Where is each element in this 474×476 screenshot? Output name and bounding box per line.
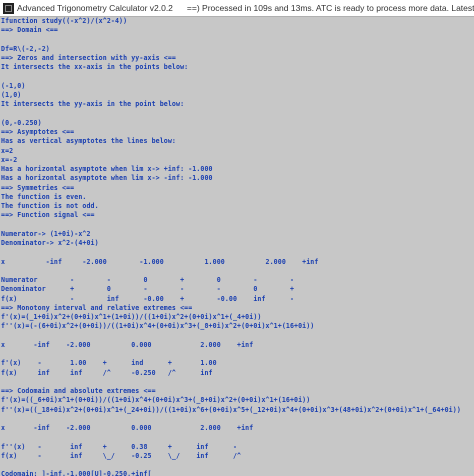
console-line: ==> Symmetries <== xyxy=(1,183,75,192)
console-line: ==> Codomain and absolute extremes <== xyxy=(1,387,156,395)
console-line: ==> Monotony interval and relative extre… xyxy=(1,303,193,312)
console-line: f''(x)=((_18+0i)x^2+(0+0i)x^1+(_24+0i))/… xyxy=(1,405,461,414)
console-line: f''(x) - inf + 0.38 + inf - xyxy=(1,442,238,451)
console-line: ==> Zeros and intersection with yy-axis … xyxy=(1,54,176,62)
console-line: (0,-0.250) xyxy=(1,118,42,127)
console-line: x -inf -2.000 -1.000 1.000 2.000 +inf xyxy=(1,257,319,266)
console-line: Codomain: ]-inf,-1.000[U]-0.250,+inf[ xyxy=(1,470,152,476)
console-line: Has a horizontal asymptote when lim x-> … xyxy=(1,174,213,183)
console-line: (1,0) xyxy=(1,91,22,99)
console-line: Numerator-> (1+0i)-x^2 xyxy=(1,229,91,238)
title-bar: Advanced Trigonometry Calculator v2.0.2 … xyxy=(0,0,474,17)
console-line: f'(x)=((_6+0i)x^1+(0+0i))/((1+0i)x^4+(0+… xyxy=(1,396,311,405)
console-line: Denominator + 0 - - - 0 + xyxy=(1,285,295,294)
console-output[interactable]: Ifunction study((-x^2)/(x^2-4)) ==> Domai… xyxy=(0,17,474,476)
console-line: Has a horizontal asymptote when lim x-> … xyxy=(1,165,213,173)
console-line: f(x) - inf \_/ -0.25 \_/ inf /^ xyxy=(1,451,242,460)
console-line: It intersects the xx-axis in the points … xyxy=(1,63,189,72)
window-title: Advanced Trigonometry Calculator v2.0.2 xyxy=(17,3,173,13)
console-line: (-1,0) xyxy=(1,81,26,90)
console-line: It intersects the yy-axis in the point b… xyxy=(1,100,185,109)
status-text: ==) Processed in 109s and 13ms. ATC is r… xyxy=(186,3,474,13)
console-line: ==> Function signal <== xyxy=(1,211,95,220)
app-icon xyxy=(3,2,14,14)
console-line: Has as vertical asymptotes the lines bel… xyxy=(1,137,176,146)
console-line: f''(x)=(-(6+0i)x^2+(0+0i))/((1+0i)x^4+(0… xyxy=(1,322,315,331)
console-line: f'(x) - 1.00 + ind + 1.00 xyxy=(1,359,217,368)
console-line: Ifunction study((-x^2)/(x^2-4)) xyxy=(1,17,128,25)
console-line: The function is even. xyxy=(1,192,87,201)
console-line: Df=R\(-2,-2) xyxy=(1,44,50,53)
console-line: x=-2 xyxy=(1,155,18,164)
console-line: Denominator-> x^2-(4+0i) xyxy=(1,239,99,247)
console-line: x -inf -2.000 0.000 2.000 +inf xyxy=(1,424,254,432)
console-line: The function is not odd. xyxy=(1,202,99,210)
console-line: f'(x)=(_1+0i)x^2+(0+0i)x^1+(1+0i))/((1+0… xyxy=(1,313,262,321)
console-line: f(x) inf inf /^ -0.250 /^ inf xyxy=(1,368,213,377)
console-line: Numerator - - 0 + 0 - - xyxy=(1,276,295,284)
console-line: ==> Asymptotes <== xyxy=(1,128,75,136)
console-line: x -inf -2.000 0.000 2.000 +inf xyxy=(1,340,254,349)
console-line: ==> Domain <== xyxy=(1,26,58,35)
console-line: f(x) - inf -0.00 + -0.00 inf - xyxy=(1,294,295,303)
console-line: x=2 xyxy=(1,146,14,155)
